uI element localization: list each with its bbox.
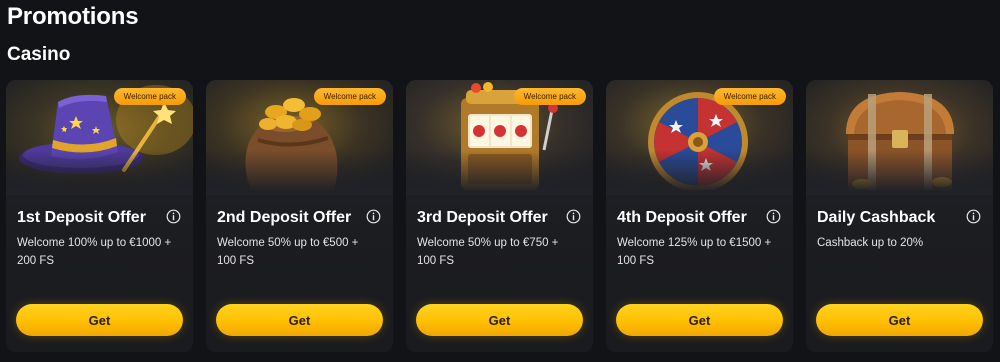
promo-card-1st-deposit: Welcome pack 1st Deposit Offer Welcome 1… <box>6 80 193 352</box>
promo-card-2nd-deposit: Welcome pack 2nd Deposit Offer Welcome 5… <box>206 80 393 352</box>
card-title: 2nd Deposit Offer <box>217 209 352 226</box>
card-description: Welcome 50% up to €500 + 100 FS <box>217 237 359 267</box>
info-icon[interactable] <box>766 209 781 224</box>
card-title: Daily Cashback <box>817 209 936 226</box>
card-description: Welcome 125% up to €1500 + 100 FS <box>617 237 772 267</box>
info-icon[interactable] <box>966 209 981 224</box>
card-title: 3rd Deposit Offer <box>417 209 548 226</box>
get-button[interactable]: Get <box>416 304 583 336</box>
info-icon[interactable] <box>566 209 581 224</box>
promotions-page: Promotions Casino Welcome pack 1st Depos… <box>0 0 1000 362</box>
section-title-casino: Casino <box>7 44 71 65</box>
promotion-cards: Welcome pack 1st Deposit Offer Welcome 1… <box>6 80 994 352</box>
card-description: Cashback up to 20% <box>817 237 924 249</box>
page-title: Promotions <box>7 3 139 30</box>
welcome-pack-badge: Welcome pack <box>513 88 586 105</box>
get-button[interactable]: Get <box>816 304 983 336</box>
welcome-pack-badge: Welcome pack <box>113 88 186 105</box>
promo-card-3rd-deposit: Welcome pack 3rd Deposit Offer Welcome 5… <box>406 80 593 352</box>
info-icon[interactable] <box>166 209 181 224</box>
card-title: 1st Deposit Offer <box>17 209 146 226</box>
get-button[interactable]: Get <box>16 304 183 336</box>
treasure-chest-icon <box>806 80 993 190</box>
get-button[interactable]: Get <box>216 304 383 336</box>
card-title: 4th Deposit Offer <box>617 209 747 226</box>
welcome-pack-badge: Welcome pack <box>313 88 386 105</box>
get-button[interactable]: Get <box>616 304 783 336</box>
card-description: Welcome 50% up to €750 + 100 FS <box>417 237 559 267</box>
promo-card-4th-deposit: Welcome pack 4th Deposit Offer Welcome 1… <box>606 80 793 352</box>
card-description: Welcome 100% up to €1000 + 200 FS <box>17 237 172 267</box>
promo-card-daily-cashback: Daily Cashback Cashback up to 20% Get <box>806 80 993 352</box>
info-icon[interactable] <box>366 209 381 224</box>
welcome-pack-badge: Welcome pack <box>713 88 786 105</box>
